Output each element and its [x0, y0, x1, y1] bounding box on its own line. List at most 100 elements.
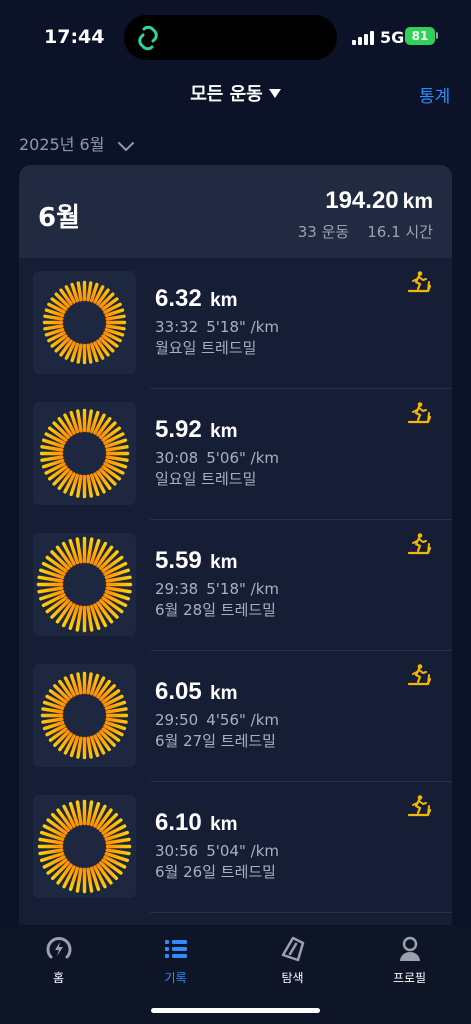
activity-distance: 5.92 km: [155, 416, 238, 444]
home-indicator: [151, 1008, 320, 1013]
caret-down-icon: [268, 89, 281, 98]
activity-distance-value: 6.32: [155, 285, 202, 312]
sunburst-ray: [86, 537, 94, 564]
battery-icon: 81: [405, 27, 435, 45]
treadmill-icon: [407, 664, 431, 686]
activity-distance: 6.10 km: [155, 809, 238, 837]
activity-row[interactable]: 6.10 km 30:56 5'04" /km 6월 26일 트레드밀: [19, 782, 452, 913]
activity-row[interactable]: 6.05 km 29:50 4'56" /km 6월 27일 트레드밀: [19, 651, 452, 782]
month-summary: 6월 194.20 km 33 운동 16.1 시간: [19, 165, 452, 258]
sunburst-graphic: [40, 671, 129, 760]
tab-home[interactable]: 홈: [0, 927, 117, 997]
treadmill-icon: [407, 795, 431, 817]
month-total-distance: 194.20 km: [325, 187, 433, 215]
month-duration: 16.1 시간: [367, 223, 433, 241]
tab-explore[interactable]: 탐색: [234, 927, 351, 997]
sunburst-ray: [40, 445, 64, 452]
sunburst-ray: [76, 736, 83, 759]
sunburst-graphic: [37, 799, 132, 894]
activity-distance-unit: km: [210, 421, 238, 442]
activity-pace: 5'18" /km: [206, 318, 280, 336]
month-picker[interactable]: 2025년 6월: [19, 131, 134, 155]
sunburst-ray: [41, 707, 64, 714]
tab-profile-label: 프로필: [392, 971, 427, 985]
activity-thumbnail: [33, 402, 136, 505]
sunburst-ray: [76, 672, 83, 695]
sunburst-ray: [105, 445, 129, 452]
tab-home-label: 홈: [52, 971, 65, 985]
sunburst-ray: [43, 324, 64, 331]
sunburst-ray: [75, 800, 83, 826]
activity-thumbnail: [33, 533, 136, 636]
activity-distance-unit: km: [210, 290, 238, 311]
activity-distance-value: 6.10: [155, 809, 202, 836]
activity-duration: 29:50: [155, 711, 199, 729]
activity-stats: 29:38 5'18" /km: [155, 579, 279, 600]
battery-level: 81: [411, 29, 429, 43]
activity-pace: 5'06" /km: [206, 449, 280, 467]
tab-records[interactable]: 기록: [117, 927, 234, 997]
tab-records-label: 기록: [164, 971, 187, 985]
activity-stats: 33:32 5'18" /km: [155, 317, 279, 338]
sunburst-ray: [86, 474, 93, 498]
activity-duration: 33:32: [155, 318, 199, 336]
sunburst-ray: [86, 672, 93, 695]
activity-pace: 4'56" /km: [206, 711, 280, 729]
sunburst-ray: [40, 455, 64, 462]
activity-row[interactable]: 5.92 km 30:08 5'06" /km 일요일 트레드밀: [19, 389, 452, 520]
activity-distance-value: 5.59: [155, 547, 202, 574]
activity-stats: 29:50 4'56" /km: [155, 710, 279, 731]
sunburst-ray: [43, 314, 64, 321]
sunburst-ray: [75, 867, 83, 893]
activity-pace: 5'04" /km: [206, 842, 280, 860]
sunburst-ray: [86, 605, 94, 632]
sunburst-ray: [75, 605, 83, 632]
activity-list: 6.32 km 33:32 5'18" /km 월요일 트레드밀 5.92 km …: [19, 258, 452, 913]
activity-distance-unit: km: [210, 814, 238, 835]
month-distance-unit: km: [402, 190, 433, 213]
activity-row[interactable]: 6.32 km 33:32 5'18" /km 월요일 트레드밀: [19, 258, 452, 389]
activity-details: 29:50 4'56" /km 6월 27일 트레드밀: [155, 710, 279, 752]
sunburst-ray: [76, 343, 83, 364]
activity-details: 30:08 5'06" /km 일요일 트레드밀: [155, 448, 279, 490]
sunburst-graphic: [36, 536, 133, 633]
sunburst-ray: [105, 707, 128, 714]
cellular-signal-icon: [352, 31, 374, 45]
stats-button[interactable]: 통계: [419, 82, 450, 107]
activity-stats: 30:56 5'04" /km: [155, 841, 279, 862]
sunburst-ray: [105, 575, 132, 583]
compass-icon: [281, 936, 304, 962]
activity-duration: 30:08: [155, 449, 199, 467]
sunburst-ray: [76, 281, 83, 302]
activity-duration: 30:56: [155, 842, 199, 860]
tab-profile[interactable]: 프로필: [351, 927, 468, 997]
month-meta: 33 운동 16.1 시간: [298, 221, 433, 242]
activity-label: 월요일 트레드밀: [155, 339, 257, 357]
sunburst-ray: [41, 717, 64, 724]
activity-distance-value: 6.05: [155, 678, 202, 705]
sunburst-ray: [86, 409, 93, 433]
activity-details: 29:38 5'18" /km 6월 28일 트레드밀: [155, 579, 279, 621]
tab-explore-label: 탐색: [281, 971, 304, 985]
workout-filter-dropdown[interactable]: 모든 운동: [0, 80, 471, 106]
sunburst-ray: [76, 474, 83, 498]
sunburst-ray: [105, 314, 126, 321]
app-link-icon: [138, 25, 158, 51]
dynamic-island: [124, 15, 337, 60]
sunburst-ray: [105, 837, 131, 845]
sunburst-graphic: [39, 408, 130, 499]
filter-label: 모든 운동: [190, 84, 263, 105]
sunburst-ray: [86, 343, 93, 364]
sunburst-ray: [86, 281, 93, 302]
treadmill-icon: [407, 402, 431, 424]
status-bar: 17:44 5G 81: [0, 0, 471, 70]
activity-distance: 5.59 km: [155, 547, 238, 575]
activity-distance: 6.05 km: [155, 678, 238, 706]
sunburst-ray: [37, 586, 64, 594]
sunburst-ray: [86, 867, 94, 893]
activity-row[interactable]: 5.59 km 29:38 5'18" /km 6월 28일 트레드밀: [19, 520, 452, 651]
activity-distance-value: 5.92: [155, 416, 202, 443]
month-card: 6월 194.20 km 33 운동 16.1 시간 6.32 km 33:32 5'…: [19, 165, 452, 925]
list-icon: [164, 940, 187, 958]
month-workout-count: 33 운동: [297, 223, 350, 241]
